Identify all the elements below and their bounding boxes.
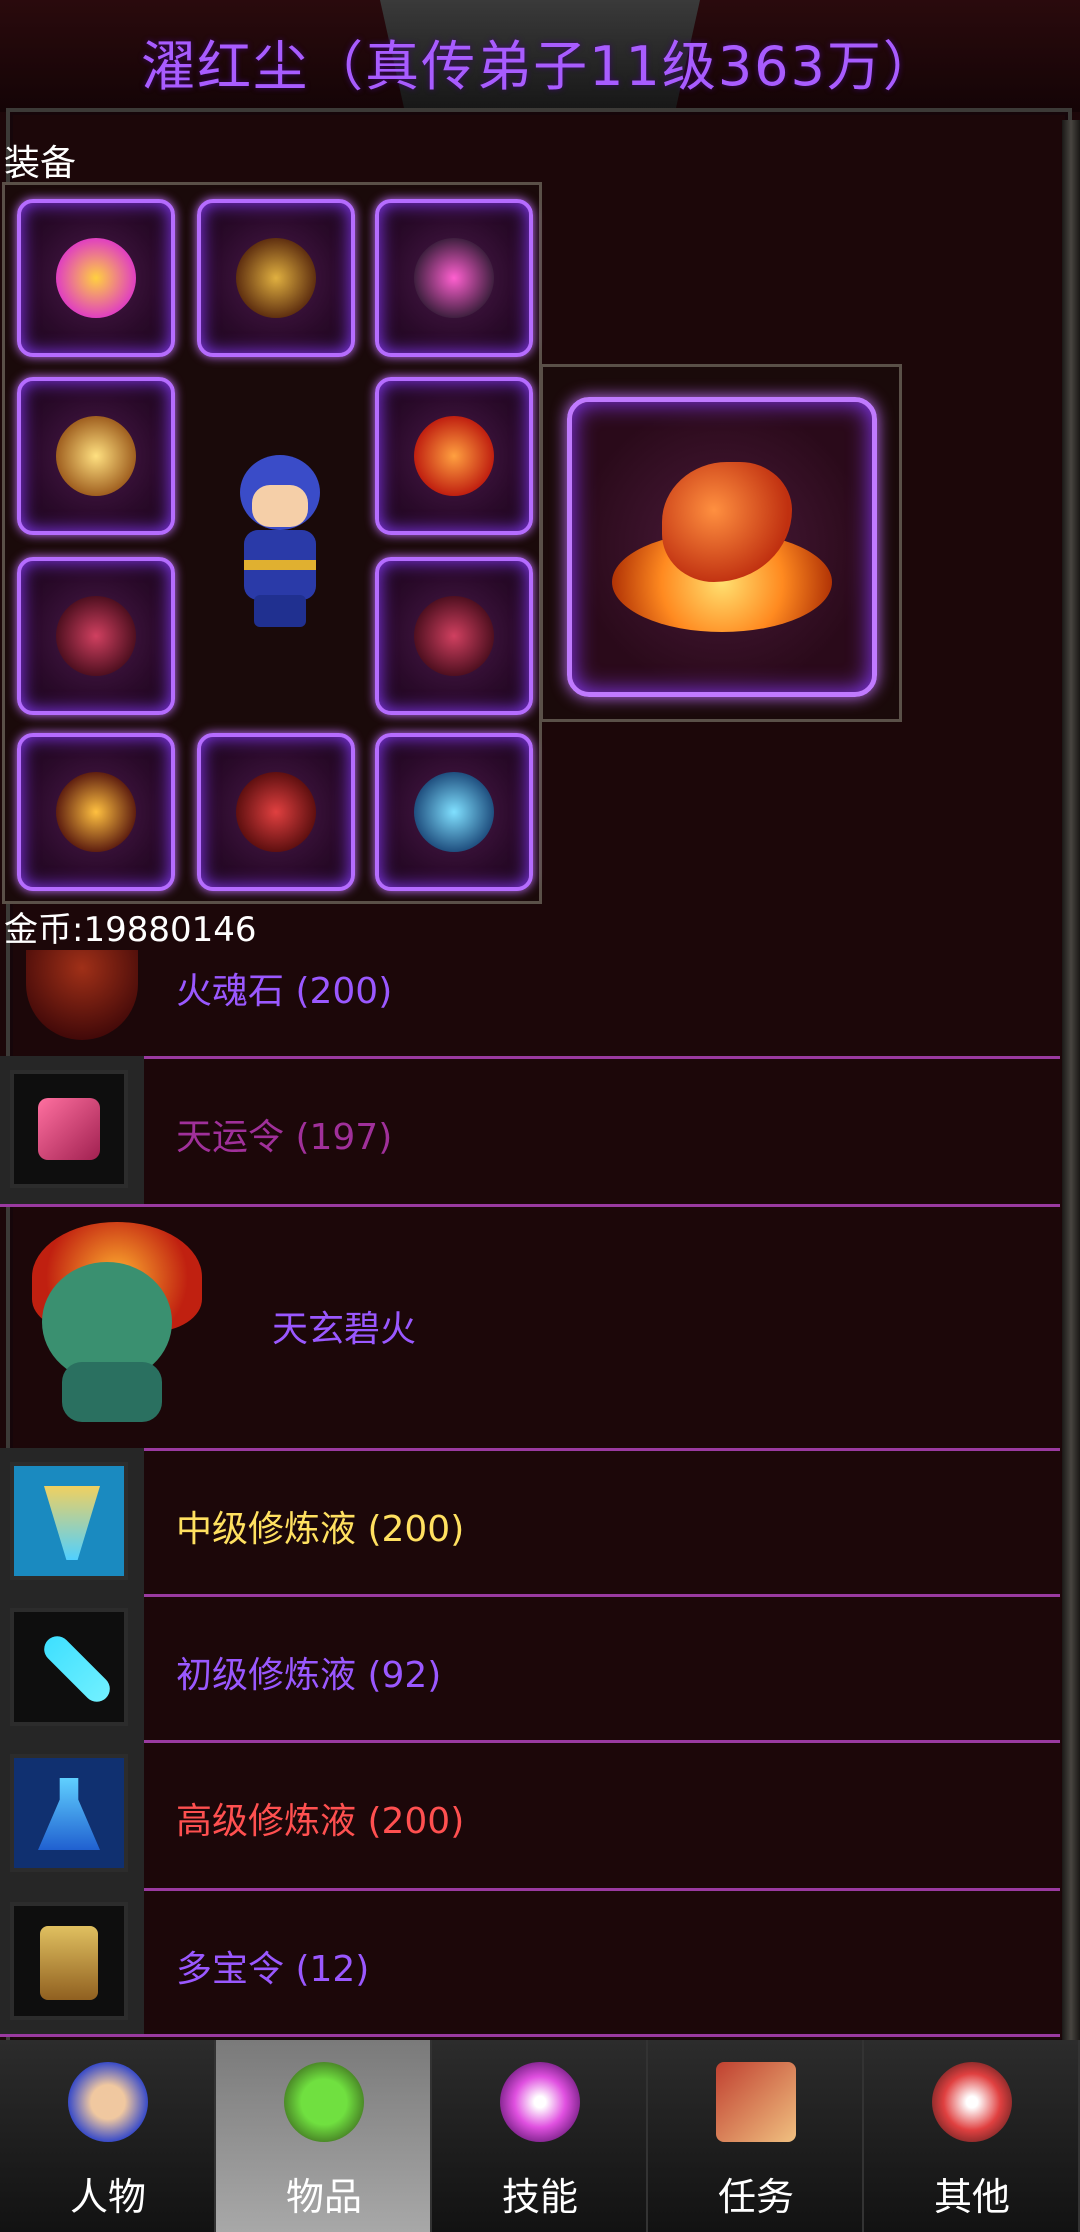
- pet-qilin-icon: [22, 1222, 202, 1422]
- character-title: 濯红尘（真传弟子11级363万）: [141, 35, 939, 98]
- skill-icon: [500, 2062, 580, 2142]
- wing-slot[interactable]: [567, 397, 877, 697]
- title-bar: 濯红尘（真传弟子11级363万）: [0, 0, 1080, 115]
- dragon-icon: [414, 772, 494, 852]
- fortune-token-icon: [10, 1070, 128, 1188]
- ring-icon: [414, 596, 494, 676]
- treasure-token-icon: [10, 1902, 128, 2020]
- ring-right-slot[interactable]: [375, 557, 533, 715]
- list-item[interactable]: 多宝令 (12): [0, 1888, 1060, 2037]
- item-name: 火魂石 (200): [176, 971, 393, 1012]
- crown-icon: [56, 238, 136, 318]
- tab-label: 任务: [717, 2175, 794, 2219]
- game-screen: 濯红尘（真传弟子11级363万） 装备 金币:19880146 火魂石 (200…: [0, 0, 1080, 2232]
- low-potion-icon: [10, 1608, 128, 1726]
- tab-label: 人物: [69, 2175, 146, 2219]
- tab-items[interactable]: 物品: [216, 2040, 432, 2232]
- wing-panel: [540, 364, 902, 722]
- amulet-slot[interactable]: [375, 199, 533, 357]
- tab-label: 其他: [933, 2175, 1010, 2219]
- tab-label: 物品: [285, 2175, 362, 2219]
- item-name: 天玄碧火: [272, 1309, 417, 1350]
- item-name: 中级修炼液 (200): [176, 1509, 465, 1550]
- list-item[interactable]: 天运令 (197): [0, 1056, 1060, 1207]
- flame-sword-icon: [414, 416, 494, 496]
- bottom-nav: 人物 物品 技能 任务 其他: [0, 2040, 1080, 2232]
- character-avatar: [220, 455, 340, 630]
- mid-potion-icon: [10, 1462, 128, 1580]
- ring-left-slot[interactable]: [17, 557, 175, 715]
- character-icon: [68, 2062, 148, 2142]
- boots-slot[interactable]: [197, 733, 355, 891]
- list-item[interactable]: 初级修炼液 (92): [0, 1594, 1060, 1743]
- item-name: 高级修炼液 (200): [176, 1801, 465, 1842]
- gold-amount: 金币:19880146: [4, 910, 257, 950]
- list-item[interactable]: 火魂石 (200): [0, 950, 1060, 1059]
- helmet-slot[interactable]: [17, 199, 175, 357]
- tab-quests[interactable]: 任务: [648, 2040, 864, 2232]
- orb-icon: [414, 238, 494, 318]
- quest-icon: [716, 2062, 796, 2142]
- item-name: 天运令 (197): [176, 1117, 393, 1158]
- fire-soul-stone-icon: [26, 950, 138, 1040]
- sword-icon: [56, 416, 136, 496]
- armor-slot[interactable]: [197, 199, 355, 357]
- item-name: 初级修炼液 (92): [176, 1655, 442, 1696]
- list-item[interactable]: 天玄碧火: [0, 1204, 1060, 1451]
- belt-slot[interactable]: [17, 733, 175, 891]
- high-potion-icon: [10, 1754, 128, 1872]
- potion-icon: [284, 2062, 364, 2142]
- list-item[interactable]: 中级修炼液 (200): [0, 1448, 1060, 1597]
- equipment-panel: [2, 182, 542, 904]
- scroll-rail[interactable]: [1062, 120, 1080, 2040]
- tab-skills[interactable]: 技能: [432, 2040, 648, 2232]
- tab-label: 技能: [501, 2175, 578, 2219]
- item-name: 多宝令 (12): [176, 1949, 370, 1990]
- other-icon: [932, 2062, 1012, 2142]
- list-item[interactable]: 高级修炼液 (200): [0, 1740, 1060, 1891]
- armor-icon: [236, 238, 316, 318]
- weapon-slot[interactable]: [17, 377, 175, 535]
- ring-icon: [56, 596, 136, 676]
- tab-character[interactable]: 人物: [0, 2040, 216, 2232]
- tab-other[interactable]: 其他: [864, 2040, 1080, 2232]
- claw-icon: [56, 772, 136, 852]
- equipment-section-label: 装备: [4, 143, 77, 184]
- offhand-slot[interactable]: [375, 377, 533, 535]
- mount-slot[interactable]: [375, 733, 533, 891]
- boots-icon: [236, 772, 316, 852]
